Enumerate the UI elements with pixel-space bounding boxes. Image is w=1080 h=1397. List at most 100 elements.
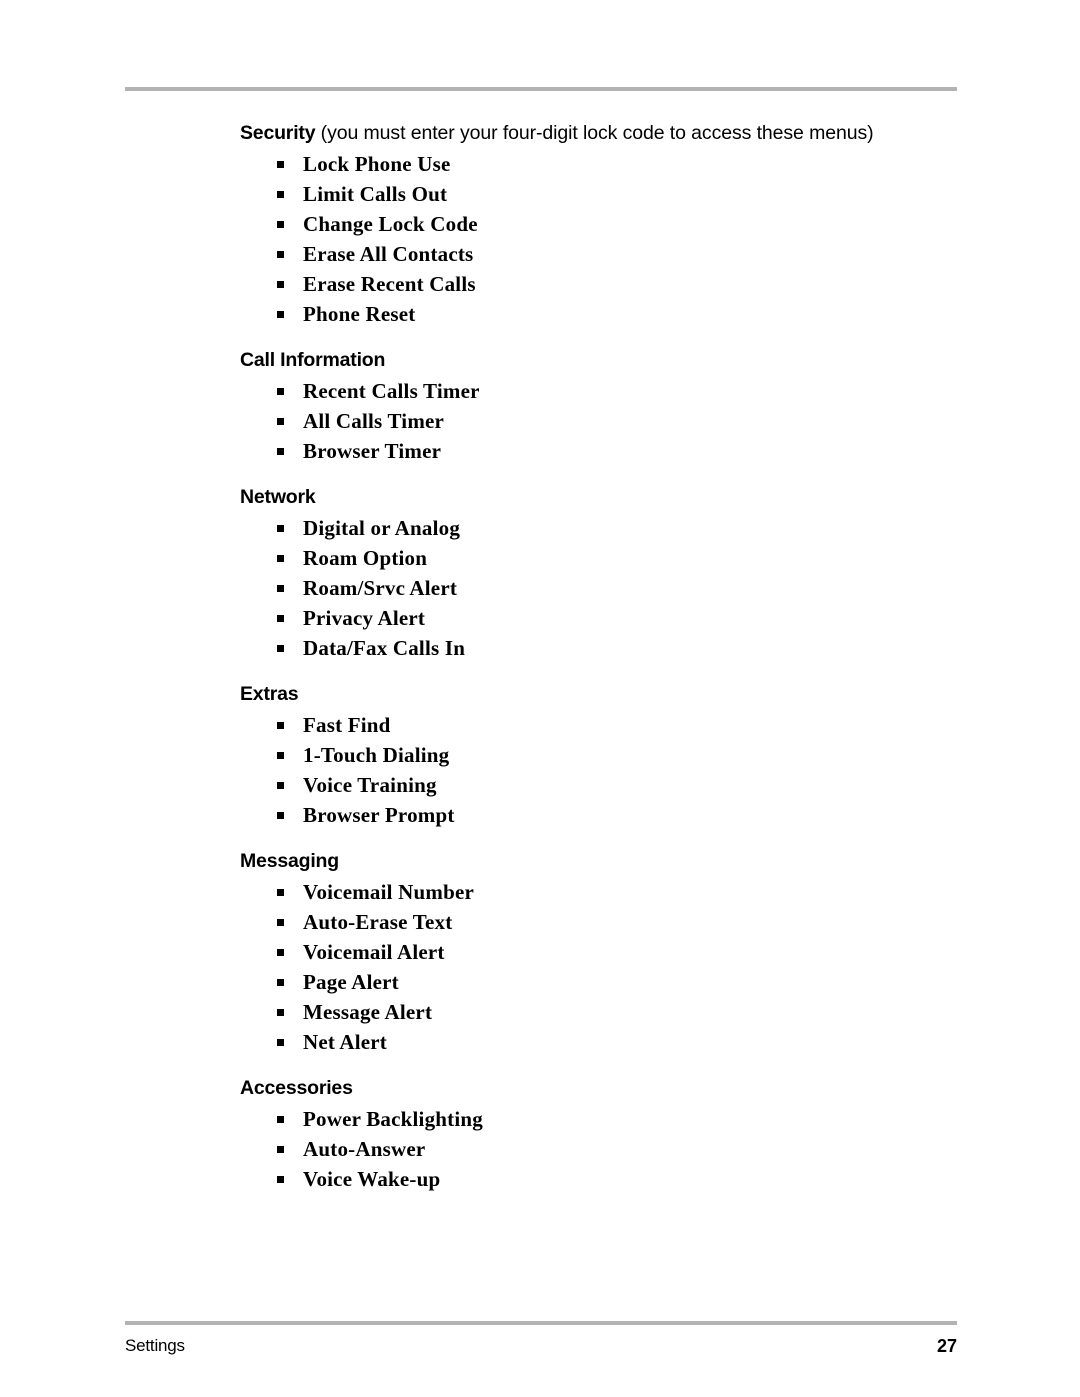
section: Extras Fast Find 1-Touch Dialing Voice Trai… xyxy=(240,680,960,830)
footer-section-label: Settings xyxy=(125,1336,185,1355)
list-item: Lock Phone Use xyxy=(240,149,960,179)
list-item: Roam Option xyxy=(240,543,960,573)
list-item: Voice Training xyxy=(240,770,960,800)
square-bullet-icon xyxy=(277,1116,284,1123)
list-item: All Calls Timer xyxy=(240,406,960,436)
list-item-label: Limit Calls Out xyxy=(303,182,448,206)
list-item: Erase All Contacts xyxy=(240,239,960,269)
list-item: Auto-Erase Text xyxy=(240,907,960,937)
list-item-label: Net Alert xyxy=(303,1030,388,1054)
bullet-list: Lock Phone Use Limit Calls Out Change Lock… xyxy=(240,149,960,329)
list-item: Message Alert xyxy=(240,997,960,1027)
list-item-label: Browser Prompt xyxy=(303,803,455,827)
list-item: Voicemail Number xyxy=(240,877,960,907)
list-item: Voicemail Alert xyxy=(240,937,960,967)
bullet-list: Voicemail Number Auto-Erase Text Voicemail… xyxy=(240,877,960,1057)
square-bullet-icon xyxy=(277,782,284,789)
list-item-label: Erase Recent Calls xyxy=(303,272,476,296)
list-item-label: Auto-Answer xyxy=(303,1137,426,1161)
section-heading-note: (you must enter your four-digit lock cod… xyxy=(315,122,874,144)
header-rule xyxy=(125,87,957,91)
list-item: Phone Reset xyxy=(240,299,960,329)
square-bullet-icon xyxy=(277,889,284,896)
square-bullet-icon xyxy=(277,221,284,228)
list-item-label: Auto-Erase Text xyxy=(303,910,453,934)
list-item-label: Roam Option xyxy=(303,546,428,570)
list-item-label: Lock Phone Use xyxy=(303,152,451,176)
square-bullet-icon xyxy=(277,585,284,592)
section-heading-title: Accessories xyxy=(240,1077,353,1099)
list-item: Power Backlighting xyxy=(240,1104,960,1134)
section-heading-title: Network xyxy=(240,486,316,508)
list-item: Fast Find xyxy=(240,710,960,740)
list-item-label: Fast Find xyxy=(303,713,391,737)
list-item-label: Power Backlighting xyxy=(303,1107,483,1131)
footer-page-number: 27 xyxy=(936,1335,957,1356)
list-item: Page Alert xyxy=(240,967,960,997)
list-item-label: Recent Calls Timer xyxy=(303,379,480,403)
square-bullet-icon xyxy=(277,752,284,759)
list-item: Limit Calls Out xyxy=(240,179,960,209)
bullet-list: Fast Find 1-Touch Dialing Voice Training Br… xyxy=(240,710,960,830)
list-item: Browser Timer xyxy=(240,436,960,466)
square-bullet-icon xyxy=(277,388,284,395)
list-item-label: Voice Training xyxy=(303,773,437,797)
document-page: Security (you must enter your four-digit… xyxy=(0,0,1080,1397)
section: Network Digital or Analog Roam Option Roam/… xyxy=(240,483,960,663)
square-bullet-icon xyxy=(277,1146,284,1153)
bullet-list: Power Backlighting Auto-Answer Voice Wake-… xyxy=(240,1104,960,1194)
list-item: Data/Fax Calls In xyxy=(240,633,960,663)
page-footer: Settings 27 xyxy=(125,1331,957,1361)
square-bullet-icon xyxy=(277,812,284,819)
list-item: Privacy Alert xyxy=(240,603,960,633)
list-item-label: Browser Timer xyxy=(303,439,442,463)
section-heading: Network xyxy=(240,483,960,511)
section-heading: Messaging xyxy=(240,847,960,875)
list-item-label: All Calls Timer xyxy=(303,409,445,433)
list-item: 1-Touch Dialing xyxy=(240,740,960,770)
square-bullet-icon xyxy=(277,161,284,168)
list-item-label: Roam/Srvc Alert xyxy=(303,576,458,600)
section-heading-title: Call Information xyxy=(240,349,386,371)
square-bullet-icon xyxy=(277,722,284,729)
square-bullet-icon xyxy=(277,979,284,986)
square-bullet-icon xyxy=(277,1009,284,1016)
section-heading-title: Messaging xyxy=(240,850,339,872)
square-bullet-icon xyxy=(277,645,284,652)
section-heading: Security (you must enter your four-digit… xyxy=(240,119,960,147)
bullet-list: Recent Calls Timer All Calls Timer Browser… xyxy=(240,376,960,466)
square-bullet-icon xyxy=(277,555,284,562)
section: Security (you must enter your four-digit… xyxy=(240,119,960,329)
square-bullet-icon xyxy=(277,919,284,926)
bullet-list: Digital or Analog Roam Option Roam/Srvc Al… xyxy=(240,513,960,663)
list-item-label: Message Alert xyxy=(303,1000,433,1024)
section-heading-title: Extras xyxy=(240,683,299,705)
square-bullet-icon xyxy=(277,1039,284,1046)
list-item-label: Voicemail Number xyxy=(303,880,474,904)
section-heading: Extras xyxy=(240,680,960,708)
square-bullet-icon xyxy=(277,525,284,532)
section: Messaging Voicemail Number Auto-Erase Text… xyxy=(240,847,960,1057)
square-bullet-icon xyxy=(277,311,284,318)
list-item: Browser Prompt xyxy=(240,800,960,830)
square-bullet-icon xyxy=(277,281,284,288)
section-heading-title: Security xyxy=(240,122,316,144)
list-item: Erase Recent Calls xyxy=(240,269,960,299)
section: Call Information Recent Calls Timer All Ca… xyxy=(240,346,960,466)
footer-rule xyxy=(125,1321,957,1325)
section-heading: Accessories xyxy=(240,1074,960,1102)
section: Accessories Power Backlighting Auto-Answer… xyxy=(240,1074,960,1194)
list-item-label: 1-Touch Dialing xyxy=(303,743,450,767)
square-bullet-icon xyxy=(277,191,284,198)
list-item: Recent Calls Timer xyxy=(240,376,960,406)
list-item-label: Phone Reset xyxy=(303,302,416,326)
list-item: Voice Wake-up xyxy=(240,1164,960,1194)
list-item-label: Voicemail Alert xyxy=(303,940,445,964)
list-item-label: Voice Wake-up xyxy=(303,1167,441,1191)
list-item: Net Alert xyxy=(240,1027,960,1057)
list-item-label: Erase All Contacts xyxy=(303,242,474,266)
list-item-label: Page Alert xyxy=(303,970,399,994)
list-item: Digital or Analog xyxy=(240,513,960,543)
list-item: Auto-Answer xyxy=(240,1134,960,1164)
list-item-label: Digital or Analog xyxy=(303,516,461,540)
